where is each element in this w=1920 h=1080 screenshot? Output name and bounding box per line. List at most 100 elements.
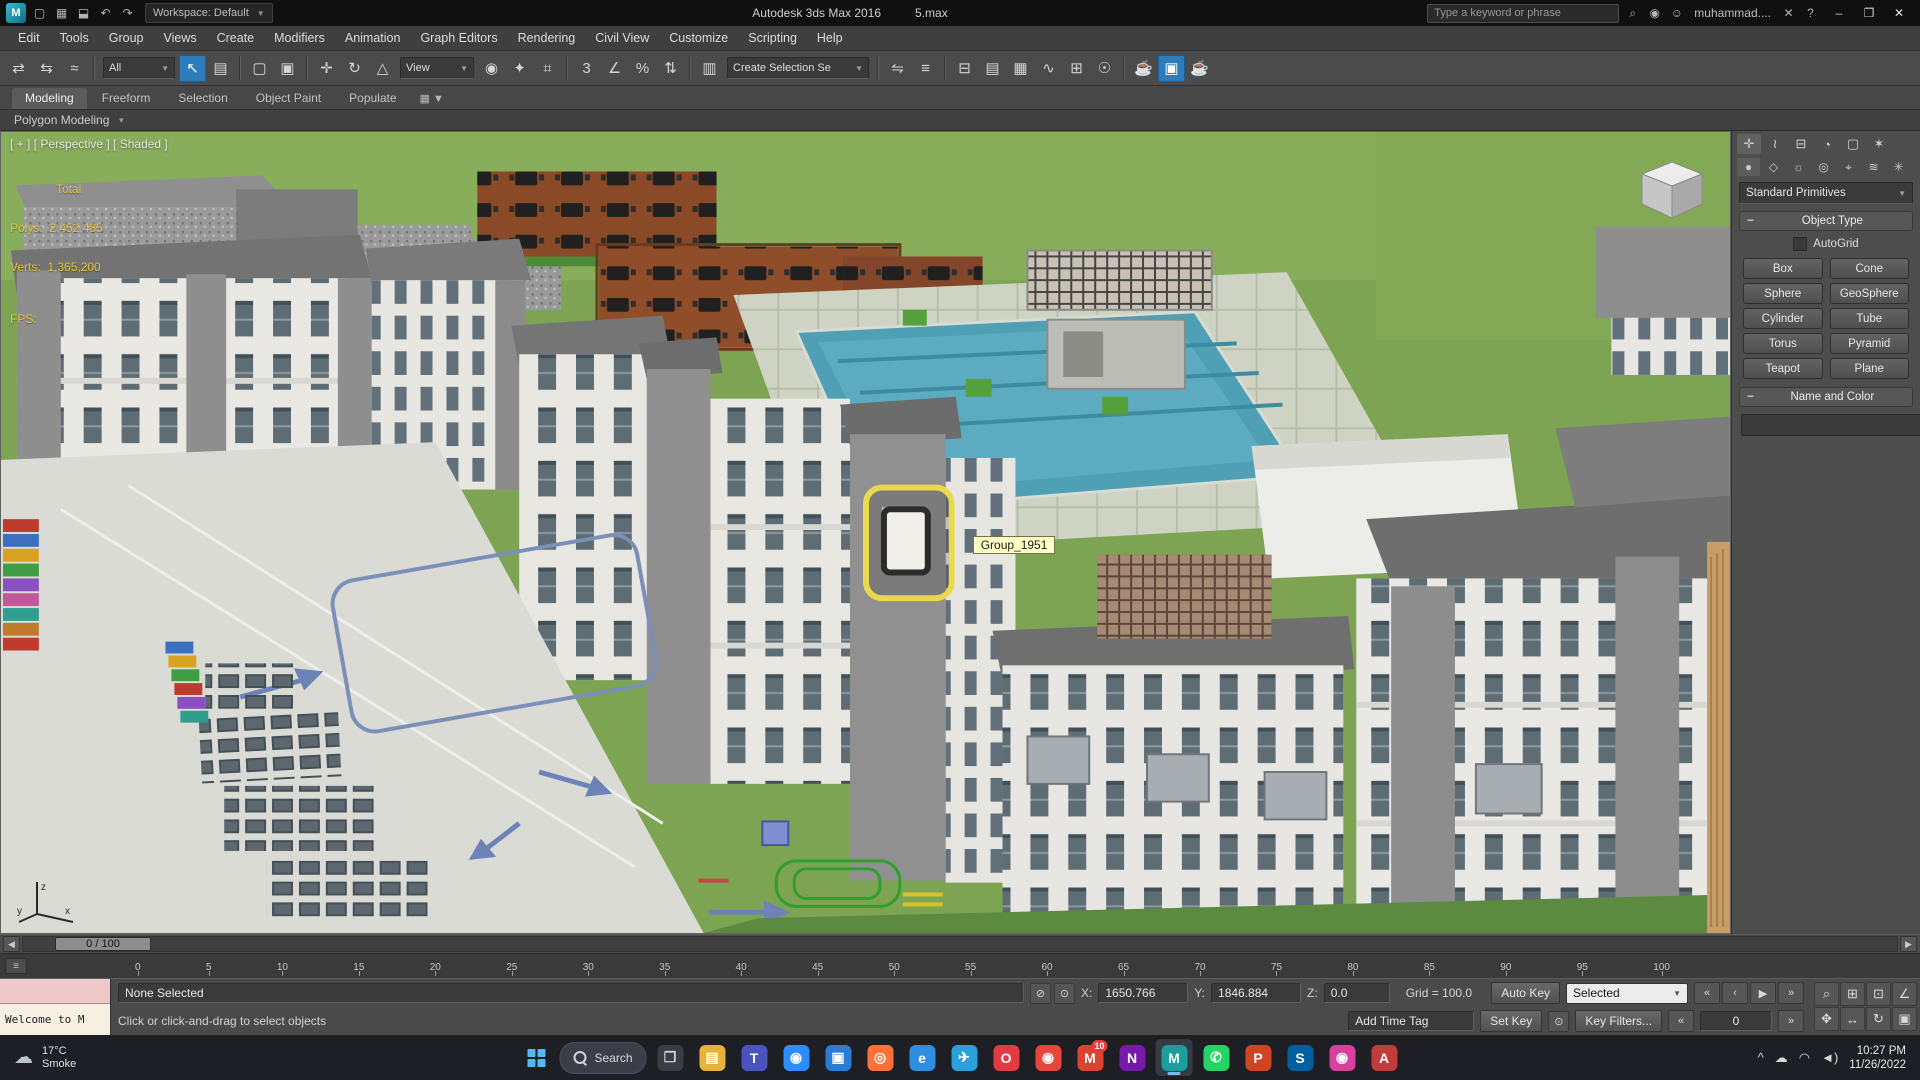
primitive-category-dropdown[interactable]: Standard Primitives ▼: [1739, 182, 1913, 204]
weather-widget[interactable]: ☁ 17°C Smoke: [0, 1035, 90, 1080]
select-object-icon[interactable]: ↖: [179, 54, 206, 82]
time-slider-handle[interactable]: 0 / 100: [55, 937, 151, 951]
sketchup-icon[interactable]: S: [1282, 1039, 1319, 1076]
play-animation-button[interactable]: ▶: [1750, 982, 1776, 1004]
menu-rendering[interactable]: Rendering: [508, 26, 586, 50]
volume-icon[interactable]: ◄): [1821, 1050, 1838, 1065]
viewport-label[interactable]: [ + ] [ Perspective ] [ Shaded ]: [10, 137, 168, 151]
set-key-button[interactable]: Set Key: [1480, 1010, 1543, 1032]
gmail-icon[interactable]: M 10: [1072, 1039, 1109, 1076]
object-type-rollout[interactable]: − Object Type: [1739, 211, 1913, 231]
help-icon[interactable]: ?: [1800, 4, 1821, 23]
next-frame-arrow[interactable]: ▶: [1900, 936, 1917, 952]
community-icon[interactable]: ◉: [1644, 4, 1665, 23]
teams-icon[interactable]: T: [736, 1039, 773, 1076]
spinner-snap-icon[interactable]: ⇅: [657, 55, 684, 82]
viewport-3d-scene[interactable]: [1, 132, 1730, 933]
save-scene-icon[interactable]: ⬓: [73, 4, 94, 23]
track-bar[interactable]: ≡ 0 5 10 15 20 25 30 35 40 45 50 55 60 65 70 75 80 85 90 95…: [0, 953, 1920, 978]
menu-animation[interactable]: Animation: [335, 26, 411, 50]
ribbon-tab-populate[interactable]: Populate: [336, 88, 409, 109]
zoom-app-icon[interactable]: ◉: [778, 1039, 815, 1076]
primitive-box-button[interactable]: Box: [1743, 258, 1823, 279]
key-filters-button[interactable]: Key Filters...: [1575, 1010, 1662, 1032]
named-selection-sets-dropdown[interactable]: Create Selection Se ▼: [727, 57, 869, 79]
onenote-icon[interactable]: N: [1114, 1039, 1151, 1076]
menu-create[interactable]: Create: [207, 26, 265, 50]
display-tab-icon[interactable]: ▢: [1841, 134, 1865, 154]
key-mode-dropdown[interactable]: Selected ▼: [1566, 982, 1688, 1004]
walk-through-icon[interactable]: ↔: [1840, 1007, 1865, 1031]
welcome-window-fragment[interactable]: Welcome to M: [0, 1003, 110, 1035]
shapes-category-icon[interactable]: ◇: [1762, 158, 1785, 176]
open-mini-curve-editor-icon[interactable]: ≡: [5, 958, 27, 974]
schematic-view-icon[interactable]: ⊞: [1063, 55, 1090, 82]
taskbar-clock[interactable]: 10:27 PM 11/26/2022: [1849, 1044, 1906, 1072]
autogrid-checkbox[interactable]: [1793, 237, 1808, 251]
listener-macro-row[interactable]: [0, 979, 110, 1004]
zoom-all-icon[interactable]: ⊞: [1840, 982, 1865, 1006]
unlink-selection-icon[interactable]: ⇆: [33, 55, 60, 82]
primitive-plane-button[interactable]: Plane: [1829, 358, 1909, 379]
render-production-icon[interactable]: ☕: [1186, 55, 1213, 82]
create-tab-icon[interactable]: ✛: [1737, 134, 1761, 154]
telegram-icon[interactable]: ✈: [946, 1039, 983, 1076]
primitive-geosphere-button[interactable]: GeoSphere: [1829, 283, 1909, 304]
signed-in-user[interactable]: muhammad....: [1694, 6, 1771, 20]
modify-tab-icon[interactable]: ≀: [1763, 134, 1787, 154]
menu-views[interactable]: Views: [153, 26, 206, 50]
auto-key-button[interactable]: Auto Key: [1491, 982, 1560, 1004]
previous-frame-button[interactable]: ‹: [1722, 982, 1748, 1004]
new-scene-icon[interactable]: ▢: [29, 4, 50, 23]
network-icon[interactable]: ◠: [1799, 1050, 1810, 1066]
window-crossing-icon[interactable]: ▣: [274, 55, 301, 82]
menu-civil-view[interactable]: Civil View: [585, 26, 659, 50]
mirror-icon[interactable]: ⇋: [884, 55, 911, 82]
helpers-category-icon[interactable]: ⌖: [1837, 158, 1860, 176]
status-selection-field[interactable]: None Selected: [118, 983, 1024, 1003]
rendered-frame-window-icon[interactable]: ▣: [1158, 54, 1185, 82]
space-warps-category-icon[interactable]: ≋: [1862, 158, 1885, 176]
close-search-icon[interactable]: ✕: [1778, 4, 1799, 23]
taskbar-search[interactable]: Search: [559, 1041, 647, 1074]
minimize-button[interactable]: –: [1824, 3, 1854, 24]
restore-button[interactable]: ❐: [1854, 3, 1884, 24]
instagram-icon[interactable]: ◉: [1324, 1039, 1361, 1076]
previous-key-button[interactable]: «: [1668, 1010, 1694, 1032]
name-and-color-rollout[interactable]: − Name and Color: [1739, 387, 1913, 407]
opera-icon[interactable]: O: [988, 1039, 1025, 1076]
material-editor-icon[interactable]: ☉: [1091, 55, 1118, 82]
curve-editor-icon[interactable]: ∿: [1035, 55, 1062, 82]
next-key-button[interactable]: »: [1778, 1010, 1804, 1032]
menu-group[interactable]: Group: [99, 26, 154, 50]
perspective-viewport[interactable]: [ + ] [ Perspective ] [ Shaded ] Total P…: [0, 131, 1731, 934]
infocenter-search-input[interactable]: [1427, 3, 1620, 23]
cameras-category-icon[interactable]: ◎: [1812, 158, 1835, 176]
rectangular-selection-region-icon[interactable]: ▢: [246, 55, 273, 82]
set-key-mode-icon[interactable]: ⊙: [1548, 1010, 1570, 1032]
select-by-name-icon[interactable]: ▤: [207, 55, 234, 82]
menu-help[interactable]: Help: [807, 26, 853, 50]
menu-customize[interactable]: Customize: [659, 26, 738, 50]
systems-category-icon[interactable]: ✳: [1887, 158, 1910, 176]
time-slider-track[interactable]: 0 / 100: [22, 936, 1898, 952]
3ds-max-icon[interactable]: M: [1155, 1039, 1193, 1076]
add-time-tag-field[interactable]: Add Time Tag: [1348, 1011, 1475, 1031]
toggle-scene-explorer-icon[interactable]: ⊟: [951, 55, 978, 82]
select-and-link-icon[interactable]: ⇄: [5, 55, 32, 82]
file-explorer-icon[interactable]: ▤: [694, 1039, 731, 1076]
open-scene-icon[interactable]: ▦: [51, 4, 72, 23]
selection-filter-dropdown[interactable]: All ▼: [103, 57, 175, 79]
tray-chevron-icon[interactable]: ^: [1758, 1050, 1764, 1065]
field-of-view-icon[interactable]: ∠: [1892, 982, 1917, 1006]
ribbon-tab-freeform[interactable]: Freeform: [89, 88, 164, 109]
toggle-ribbon-icon[interactable]: ▦: [1007, 55, 1034, 82]
select-and-rotate-icon[interactable]: ↻: [341, 55, 368, 82]
angle-snap-icon[interactable]: ∠: [601, 55, 628, 82]
firefox-icon[interactable]: ◎: [862, 1039, 899, 1076]
close-button[interactable]: ✕: [1884, 3, 1914, 24]
start-button[interactable]: [517, 1039, 554, 1076]
reference-coordinate-dropdown[interactable]: View ▼: [400, 57, 474, 79]
primitive-cone-button[interactable]: Cone: [1829, 258, 1909, 279]
go-to-start-button[interactable]: «: [1694, 982, 1720, 1004]
